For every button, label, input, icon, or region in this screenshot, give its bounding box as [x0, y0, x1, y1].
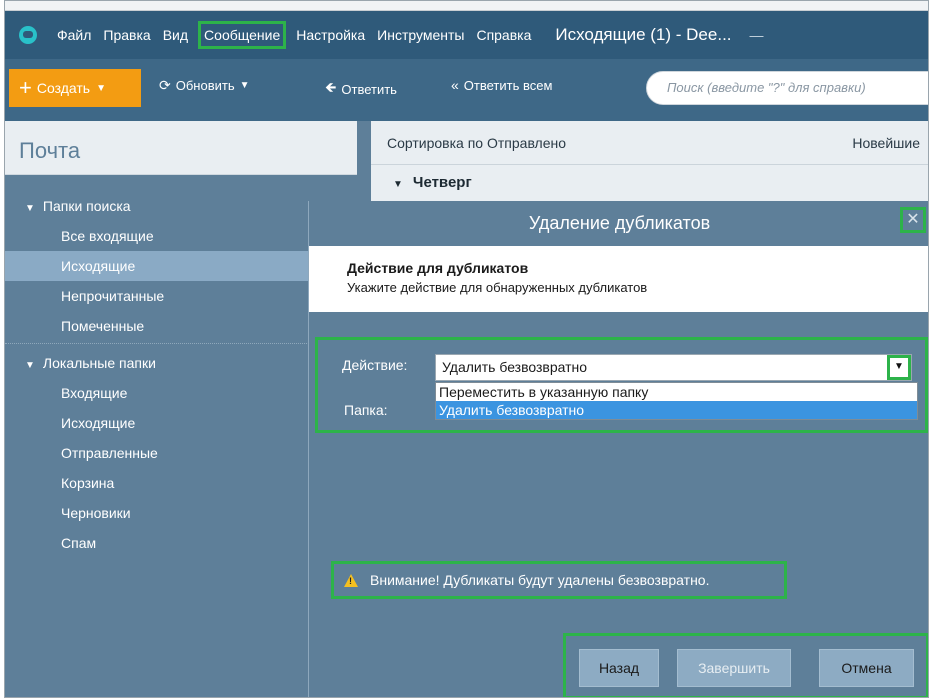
menu-tools[interactable]: Инструменты: [375, 23, 466, 47]
reply-all-button[interactable]: « Ответить всем: [451, 77, 552, 93]
menu-file[interactable]: Файл: [55, 23, 93, 47]
option-move-to-folder[interactable]: Переместить в указанную папку: [436, 383, 917, 401]
plus-icon: +: [19, 75, 32, 100]
sidebar-item-flagged[interactable]: Помеченные: [5, 311, 357, 341]
finish-button[interactable]: Завершить: [677, 649, 791, 687]
sidebar-item-unread[interactable]: Непрочитанные: [5, 281, 357, 311]
window-title: Исходящие (1) - Dee...: [555, 25, 732, 44]
app-window: Файл Правка Вид Сообщение Настройка Инст…: [4, 0, 929, 698]
reply-all-label: Ответить всем: [463, 77, 553, 93]
reply-label: Ответить: [341, 81, 397, 97]
dialog-heading: Действие для дубликатов: [347, 260, 529, 276]
group-label: Папки поиска: [42, 198, 131, 214]
sort-order[interactable]: Новейшие: [852, 121, 920, 165]
sidebar-item-sent[interactable]: Отправленные: [5, 438, 357, 468]
sidebar-item-drafts[interactable]: Черновики: [5, 498, 357, 528]
sidebar-item-outbox-search[interactable]: Исходящие: [5, 251, 357, 281]
sidebar-item-outbox[interactable]: Исходящие: [5, 408, 357, 438]
action-select[interactable]: Удалить безвозвратно ▼: [435, 354, 912, 381]
option-delete-permanently[interactable]: Удалить безвозвратно: [436, 401, 917, 419]
reply-all-icon: «: [451, 77, 459, 93]
minimize-button[interactable]: —: [750, 27, 764, 43]
reply-button[interactable]: 🡸 Ответить: [325, 77, 397, 101]
sidebar-group-local-folders[interactable]: ▼ Локальные папки: [5, 348, 357, 378]
folder-label: Папка:: [344, 402, 388, 418]
menu-bar: Файл Правка Вид Сообщение Настройка Инст…: [5, 11, 928, 59]
sidebar-title: Почта: [5, 121, 357, 175]
sort-label: Сортировка по Отправлено: [387, 135, 567, 151]
menu-message[interactable]: Сообщение: [198, 21, 287, 49]
cancel-button[interactable]: Отмена: [819, 649, 914, 687]
title-strip: [5, 1, 928, 11]
refresh-label: Обновить: [175, 78, 235, 93]
reply-icon: 🡸: [325, 79, 337, 95]
menu-help[interactable]: Справка: [474, 23, 533, 47]
refresh-icon: ⟳: [159, 77, 171, 93]
dialog-button-bar: Назад Завершить Отмена: [563, 633, 928, 697]
warning-text: Внимание! Дубликаты будут удалены безвоз…: [370, 572, 710, 588]
remove-duplicates-dialog: Удаление дубликатов ✕ Действие для дубли…: [308, 201, 928, 697]
refresh-button[interactable]: ⟳ Обновить ▼: [159, 77, 250, 94]
close-icon[interactable]: ✕: [900, 207, 926, 233]
action-select-value: Удалить безвозвратно: [442, 359, 588, 375]
dialog-title: Удаление дубликатов: [528, 213, 711, 233]
group-label: Локальные папки: [42, 355, 156, 371]
chevron-down-icon: ▼: [239, 80, 250, 91]
dialog-info-panel: Действие для дубликатов Укажите действие…: [309, 246, 928, 312]
chevron-down-icon[interactable]: ▼: [887, 355, 911, 380]
chevron-down-icon: ▼: [96, 82, 106, 94]
create-label: Создать: [36, 80, 91, 96]
back-button[interactable]: Назад: [579, 649, 659, 687]
sidebar-item-all-inbox[interactable]: Все входящие: [5, 221, 357, 251]
chevron-down-icon: ▼: [25, 360, 35, 371]
warning-message: Внимание! Дубликаты будут удалены безвоз…: [331, 561, 787, 599]
toolbar: + Создать ▼ ⟳ Обновить ▼ 🡸 Ответить « От…: [5, 59, 928, 121]
menu-view[interactable]: Вид: [161, 23, 190, 47]
sidebar-item-inbox[interactable]: Входящие: [5, 378, 357, 408]
sidebar-divider: [5, 343, 357, 344]
create-button[interactable]: + Создать ▼: [9, 69, 141, 107]
sidebar-group-search-folders[interactable]: ▼ Папки поиска: [5, 191, 357, 221]
warning-icon: [344, 573, 358, 587]
day-group-header[interactable]: ▼ Четверг: [371, 165, 928, 201]
sidebar: Почта ▼ Папки поиска Все входящие Исходящ…: [5, 121, 357, 697]
message-list: Сортировка по Отправлено Новейшие ▼ Четве…: [371, 121, 928, 211]
dialog-subheading: Укажите действие для обнаруженных дублик…: [347, 280, 648, 295]
sidebar-item-spam[interactable]: Спам: [5, 528, 357, 558]
chevron-down-icon: ▼: [25, 203, 35, 214]
chevron-down-icon: ▼: [393, 179, 403, 190]
menu-edit[interactable]: Правка: [101, 23, 152, 47]
action-dropdown-list: Переместить в указанную папку Удалить бе…: [435, 382, 918, 420]
day-group-label: Четверг: [412, 174, 472, 191]
search-input[interactable]: Поиск (введите "?" для справки): [646, 71, 928, 105]
action-group: Действие: Папка: Удалить безвозвратно ▼ …: [315, 337, 928, 433]
sidebar-item-trash[interactable]: Корзина: [5, 468, 357, 498]
app-logo-icon: [19, 26, 37, 44]
menu-settings[interactable]: Настройка: [294, 23, 367, 47]
sort-bar[interactable]: Сортировка по Отправлено Новейшие: [371, 121, 928, 165]
action-label: Действие:: [342, 357, 408, 373]
